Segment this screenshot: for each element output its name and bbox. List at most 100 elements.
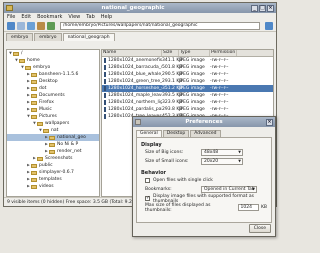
tree-item[interactable]: ▼ / xyxy=(7,50,99,57)
menu-edit[interactable]: Edit xyxy=(21,14,31,20)
tree-item[interactable]: ▶ Documents xyxy=(7,92,99,99)
tree-item-label: Firefox xyxy=(39,100,54,105)
file-name-cell: 1280x1024_barracuda_school... xyxy=(102,64,162,71)
column-size[interactable]: Size xyxy=(162,50,179,56)
folder-icon xyxy=(49,135,55,140)
thumbnails-checkbox[interactable] xyxy=(145,195,150,201)
file-row[interactable]: 1280x1024_anemonefish.jpg341.1 KBJPEG im… xyxy=(102,57,273,64)
tab-embryo-2[interactable]: embryo xyxy=(34,33,62,41)
tree-item[interactable]: ▶ national_geo xyxy=(7,134,99,141)
window-title: national_geographic xyxy=(101,5,165,11)
back-icon[interactable] xyxy=(7,22,15,30)
single-click-label: Open files with single click xyxy=(153,178,213,183)
menu-help[interactable]: Help xyxy=(101,14,112,20)
file-name: 1280x1024_barracuda_school... xyxy=(108,65,162,70)
tree-item[interactable]: ▶ render_net xyxy=(7,148,99,155)
big-icons-select[interactable]: 48x48 ▼ xyxy=(201,149,243,156)
tree-item[interactable]: ▶ simplayer-0.6.7 xyxy=(7,169,99,176)
forward-icon[interactable] xyxy=(17,22,25,30)
tree-item-label: Desktop xyxy=(39,79,58,84)
tree-item[interactable]: ▶ Music xyxy=(7,106,99,113)
tree-item[interactable]: ▶ Desktop xyxy=(7,78,99,85)
tab-desktop[interactable]: Desktop xyxy=(162,130,190,137)
file-row[interactable]: 1280x1024_barracuda_school...501.8 KBJPE… xyxy=(102,64,273,71)
menu-view[interactable]: View xyxy=(68,14,80,20)
image-file-icon xyxy=(104,107,106,112)
tree-item[interactable]: ▼ Pictures xyxy=(7,113,99,120)
file-row[interactable]: 1280x1024_pardalis_palm_rl...293.8 KBJPE… xyxy=(102,106,273,113)
dialog-close-icon[interactable]: × xyxy=(266,118,273,126)
tab-national-geographic[interactable]: national_geograph xyxy=(62,33,115,41)
close-window-button[interactable]: × xyxy=(267,4,274,12)
folder-icon xyxy=(25,65,31,70)
location-bar[interactable]: /home/embryo/Pictures/wallpapers/nat/nat… xyxy=(60,22,260,30)
folder-icon xyxy=(31,93,37,98)
tree-item-label: render_net xyxy=(57,149,82,154)
max-size-unit: KB xyxy=(260,205,267,210)
file-row[interactable]: 1280x1024_green_tree_frogs.j...293.1 KBJ… xyxy=(102,78,273,85)
column-permission[interactable]: Permission xyxy=(210,50,237,56)
tree-item[interactable]: ▼ wallpapers xyxy=(7,120,99,127)
tree-item[interactable]: ▶ Firefox xyxy=(7,99,99,106)
image-file-icon xyxy=(104,79,106,84)
folder-icon xyxy=(49,149,55,154)
file-row[interactable]: 1280x1024_horseshoe_crabs.j...351.2 KBJP… xyxy=(102,85,273,92)
folder-icon xyxy=(31,114,37,119)
file-name-cell: 1280x1024_green_tree_frogs.j... xyxy=(102,78,162,85)
tab-advanced[interactable]: Advanced xyxy=(190,130,221,137)
tree-item[interactable]: ▼ home xyxy=(7,57,99,64)
folder-icon xyxy=(31,163,37,168)
file-type: JPEG image xyxy=(179,58,205,63)
folder-icon xyxy=(31,177,37,182)
tree-item-label: dot xyxy=(39,86,47,91)
file-list-header: Name Size Type Permission xyxy=(102,50,273,57)
tab-general[interactable]: General xyxy=(136,130,162,137)
menu-bookmark[interactable]: Bookmark xyxy=(37,14,62,20)
window-titlebar[interactable]: national_geographic _ □ × xyxy=(4,3,276,13)
reload-icon[interactable] xyxy=(47,22,55,30)
tree-item[interactable]: ▶ videos xyxy=(7,183,99,190)
small-icons-select[interactable]: 20x20 ▼ xyxy=(201,158,243,165)
up-icon[interactable] xyxy=(27,22,35,30)
chevron-down-icon: ▼ xyxy=(238,159,241,163)
chevron-down-icon: ▼ xyxy=(252,187,255,191)
maximize-button[interactable]: □ xyxy=(259,4,266,12)
tree-item[interactable]: ▶ dot xyxy=(7,85,99,92)
dialog-title: Preferences xyxy=(185,119,223,125)
big-icons-label: Size of Big icons: xyxy=(145,150,184,155)
max-size-spinner[interactable]: 1024 xyxy=(237,204,259,211)
file-row[interactable]: 1280x1024_blue_whale_shark...290.5 KBJPE… xyxy=(102,71,273,78)
tree-item-label: No Ni & P xyxy=(57,142,79,147)
menu-file[interactable]: File xyxy=(7,14,15,20)
tree-item-label: templates xyxy=(39,177,62,182)
file-size: 501.8 KB xyxy=(162,65,183,70)
tab-embryo-1[interactable]: embryo xyxy=(6,33,34,41)
tree-item[interactable]: ▶ public xyxy=(7,162,99,169)
go-icon[interactable] xyxy=(265,22,273,30)
tree-item[interactable]: ▼ nat xyxy=(7,127,99,134)
column-name[interactable]: Name xyxy=(102,50,162,56)
tree-item[interactable]: ▼ embryo xyxy=(7,64,99,71)
home-icon[interactable] xyxy=(37,22,45,30)
dialog-titlebar[interactable]: Preferences × xyxy=(133,117,275,127)
close-button[interactable]: Close xyxy=(248,224,271,233)
tree-item[interactable]: ▶ templates xyxy=(7,176,99,183)
single-click-checkbox[interactable] xyxy=(145,178,150,183)
file-row[interactable]: 1280x1024_northern_lights.jpg323.9 KBJPE… xyxy=(102,99,273,106)
tree-item[interactable]: ▶ bansheen-1.1.5.6 xyxy=(7,71,99,78)
file-type: JPEG image xyxy=(179,79,205,84)
file-permission: -rw-r--r-- xyxy=(210,72,229,77)
file-row[interactable]: 1280x1024_maple_leaves.jpg393.5 KBJPEG i… xyxy=(102,92,273,99)
folder-icon xyxy=(43,128,49,133)
menu-tab[interactable]: Tab xyxy=(86,14,94,20)
folder-icon xyxy=(31,100,37,105)
toolbar: /home/embryo/Pictures/wallpapers/nat/nat… xyxy=(4,21,276,32)
tree-item[interactable]: ▶ Screenshots xyxy=(7,155,99,162)
tree-item[interactable]: ▶ No Ni & P xyxy=(7,141,99,148)
file-name-cell: 1280x1024_horseshoe_crabs.j... xyxy=(102,85,162,92)
minimize-button[interactable]: _ xyxy=(251,4,258,12)
column-type[interactable]: Type xyxy=(179,50,210,56)
file-type: JPEG image xyxy=(179,100,205,105)
file-name: 1280x1024_pardalis_palm_rl... xyxy=(108,107,162,112)
bookmarks-select[interactable]: Opened in Current Tab ▼ xyxy=(201,186,257,193)
